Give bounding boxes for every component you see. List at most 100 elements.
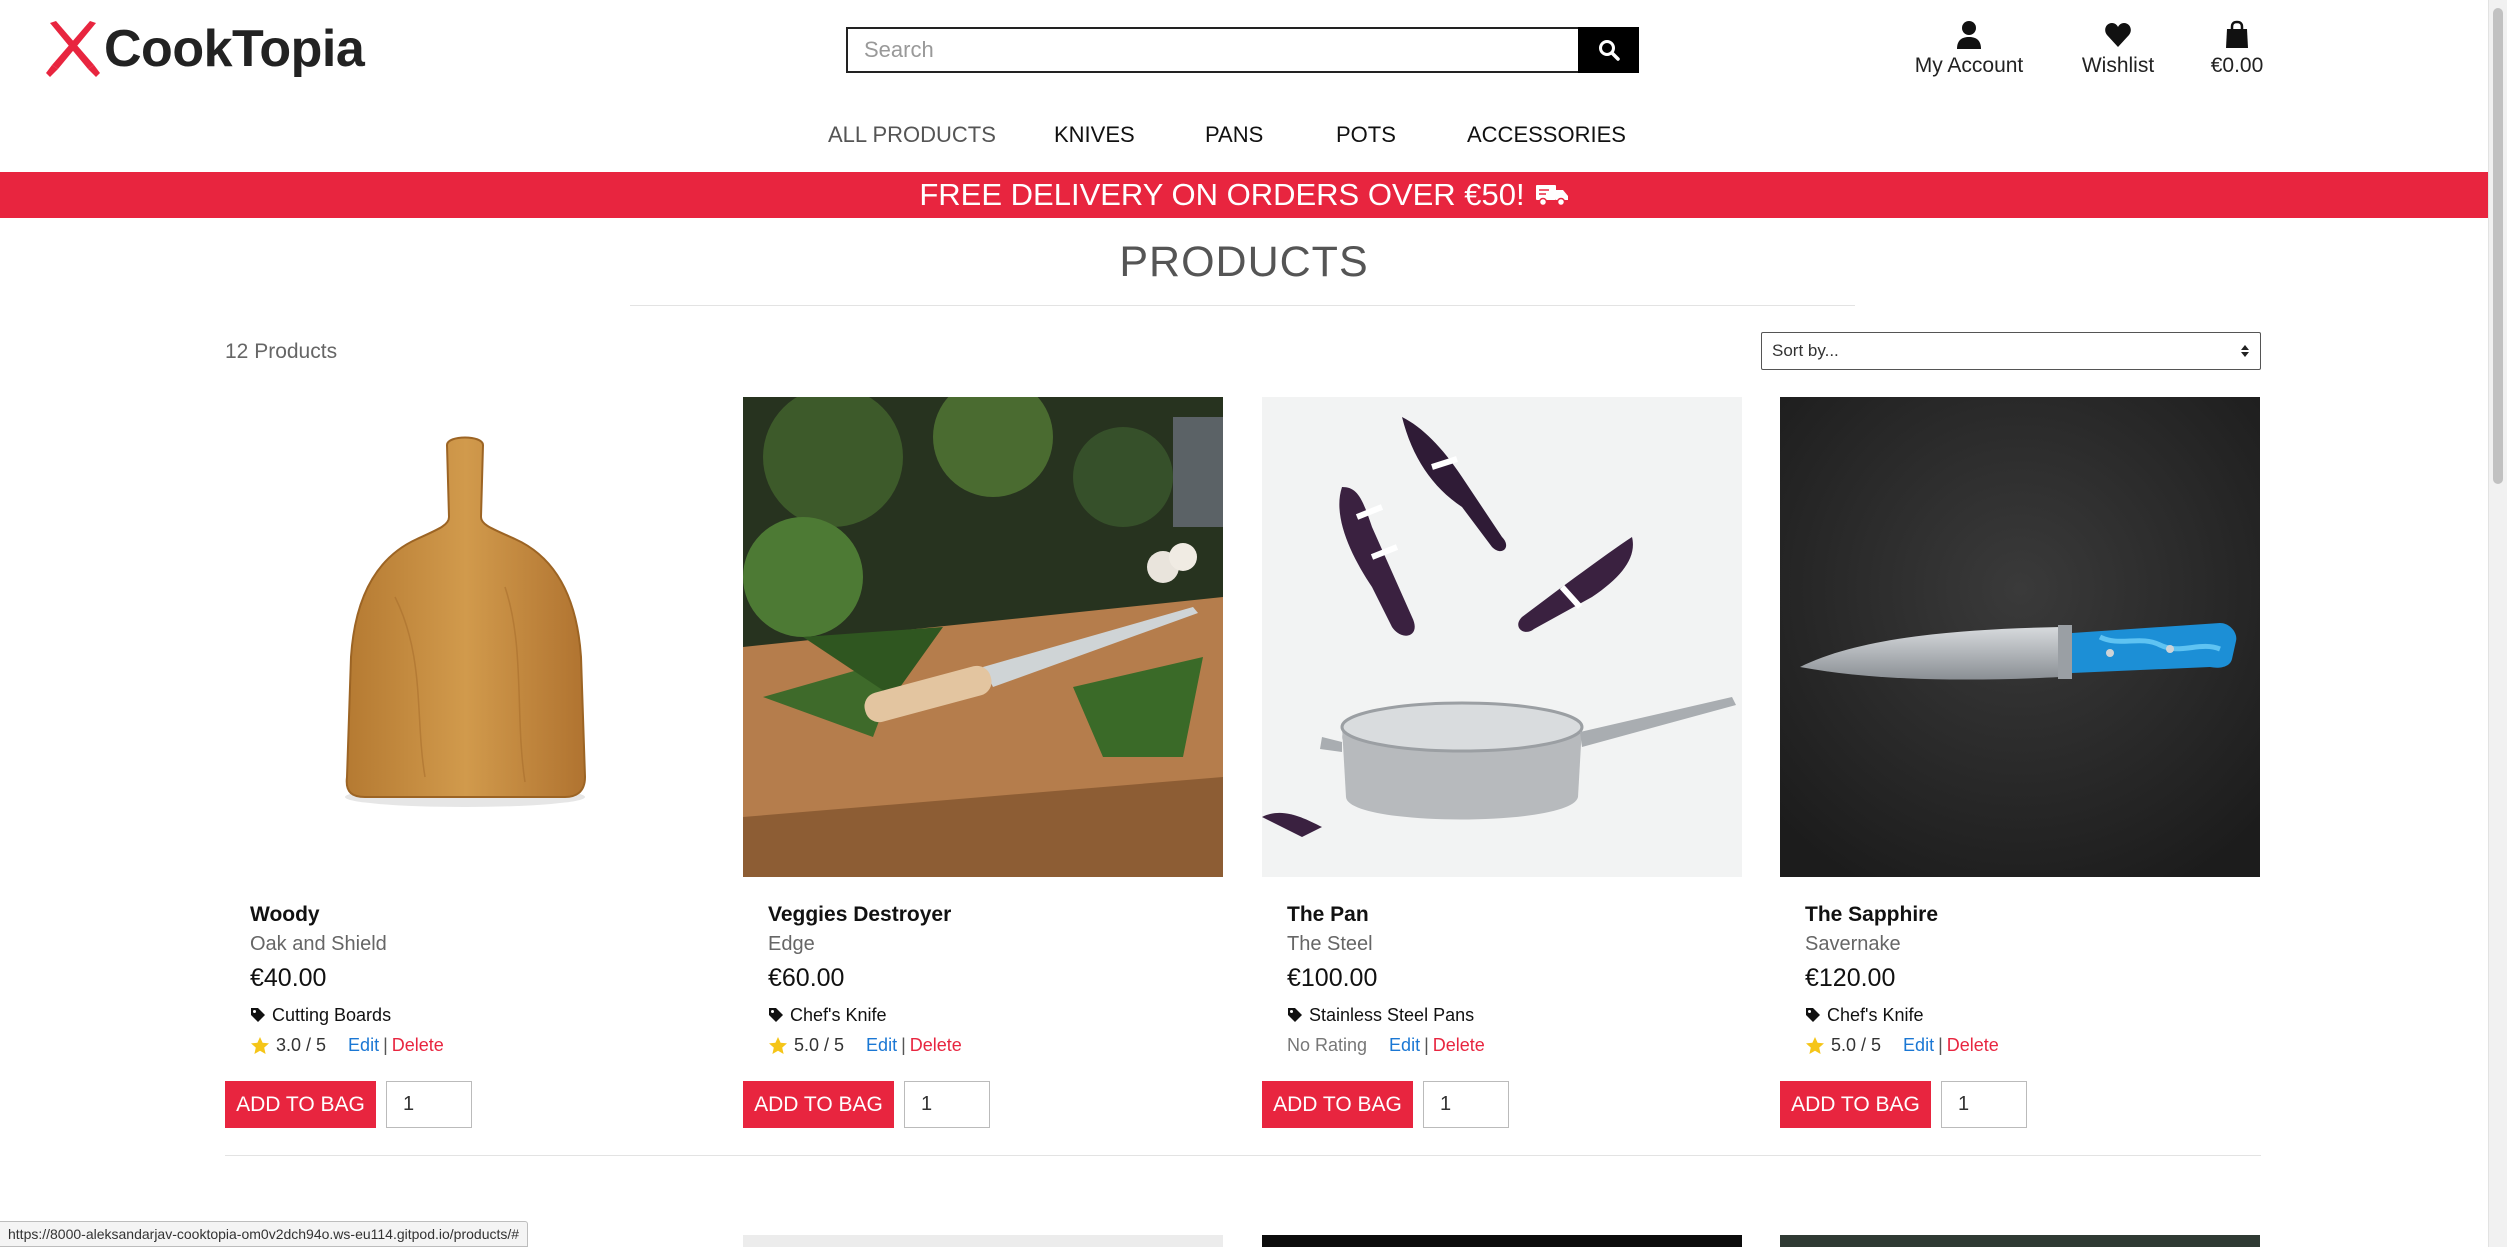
search-form	[846, 27, 1639, 73]
product-image-peek[interactable]	[1780, 1235, 2260, 1247]
nav-pans[interactable]: PANS	[1205, 122, 1263, 148]
product-brand: Edge	[768, 933, 815, 955]
bag-total: €0.00	[2210, 54, 2264, 77]
rating-value: 3.0 / 5	[276, 1034, 327, 1055]
delete-link[interactable]: Delete	[1433, 1035, 1485, 1056]
product-name[interactable]: The Sapphire	[1805, 903, 2260, 933]
product-category[interactable]: Stainless Steel Pans	[1287, 1000, 1742, 1030]
account-nav: My Account Wishlist €0.00	[1888, 20, 2488, 80]
product-price: €40.00	[250, 964, 327, 992]
separator: |	[901, 1034, 906, 1055]
shopping-bag-link[interactable]: €0.00	[2190, 20, 2284, 78]
delete-link[interactable]: Delete	[910, 1035, 962, 1056]
product-image-peek[interactable]	[1262, 1235, 1742, 1247]
rating-value: 5.0 / 5	[1831, 1034, 1882, 1055]
divider	[630, 305, 1855, 306]
page-title: PRODUCTS	[1119, 238, 1369, 286]
edit-link[interactable]: Edit	[1903, 1035, 1934, 1056]
star-icon	[251, 1036, 269, 1054]
search-input[interactable]	[846, 27, 1578, 73]
product-name[interactable]: Woody	[250, 903, 705, 933]
product-rating-row: No Rating Edit | Delete	[1287, 1030, 1742, 1060]
edit-link[interactable]: Edit	[348, 1035, 379, 1056]
product-price: €100.00	[1287, 964, 1378, 992]
heart-icon	[2105, 23, 2131, 47]
sort-label: Sort by...	[1772, 341, 1839, 360]
product-price: €120.00	[1805, 964, 1896, 992]
product-image-pan[interactable]	[1262, 397, 1742, 877]
product-card: Veggies Destroyer Edge €60.00 Chef's Kni…	[743, 397, 1223, 1128]
product-brand: The Steel	[1287, 933, 1373, 955]
category-label: Stainless Steel Pans	[1309, 1004, 1475, 1025]
product-rating-row: 5.0 / 5 Edit | Delete	[1805, 1030, 2260, 1060]
my-account-link[interactable]: My Account	[1889, 20, 2049, 78]
product-category[interactable]: Chef's Knife	[768, 1000, 1223, 1030]
select-arrows-icon	[2241, 345, 2249, 357]
nav-knives[interactable]: KNIVES	[1054, 122, 1135, 148]
product-brand: Oak and Shield	[250, 933, 387, 955]
nav-all-products[interactable]: ALL PRODUCTS	[828, 122, 996, 148]
add-to-bag-button[interactable]: ADD TO BAG	[1780, 1081, 1931, 1128]
product-rating-row: 3.0 / 5 Edit | Delete	[250, 1030, 705, 1060]
wishlist-label: Wishlist	[2081, 54, 2155, 77]
edit-link[interactable]: Edit	[1389, 1035, 1420, 1056]
product-image-knife-board[interactable]	[743, 397, 1223, 877]
delete-link[interactable]: Delete	[1947, 1035, 1999, 1056]
search-icon	[1598, 40, 1620, 61]
product-category[interactable]: Chef's Knife	[1805, 1000, 2260, 1030]
product-category[interactable]: Cutting Boards	[250, 1000, 705, 1030]
delivery-truck-icon	[1535, 185, 1568, 207]
category-label: Chef's Knife	[1827, 1004, 1924, 1025]
tag-icon	[1806, 1008, 1820, 1022]
tag-icon	[251, 1008, 265, 1022]
search-button[interactable]	[1578, 27, 1639, 73]
product-image-blue-knife[interactable]	[1780, 397, 2260, 877]
rating-value: No Rating	[1287, 1034, 1368, 1055]
separator: |	[1424, 1034, 1429, 1055]
brand-name: CookTopia	[104, 20, 365, 78]
product-count: 12 Products	[225, 340, 338, 363]
shopping-bag-icon	[2226, 20, 2248, 48]
tag-icon	[769, 1008, 783, 1022]
add-to-bag-button[interactable]: ADD TO BAG	[743, 1081, 894, 1128]
delivery-banner: FREE DELIVERY ON ORDERS OVER €50!	[0, 172, 2488, 218]
scrollbar-thumb[interactable]	[2493, 8, 2503, 484]
page-scrollbar[interactable]	[2488, 0, 2507, 1247]
add-to-bag-button[interactable]: ADD TO BAG	[225, 1081, 376, 1128]
product-name[interactable]: Veggies Destroyer	[768, 903, 1223, 933]
nav-accessories[interactable]: ACCESSORIES	[1467, 122, 1626, 148]
my-account-label: My Account	[1914, 54, 2024, 77]
add-to-bag-button[interactable]: ADD TO BAG	[1262, 1081, 1413, 1128]
row-divider	[225, 1155, 2261, 1156]
delete-link[interactable]: Delete	[392, 1035, 444, 1056]
product-card: Woody Oak and Shield €40.00 Cutting Boar…	[225, 397, 705, 1128]
quantity-input[interactable]	[386, 1081, 472, 1128]
star-icon	[1806, 1036, 1824, 1054]
crossed-knives-logo-icon	[44, 19, 102, 79]
sort-select[interactable]: Sort by...	[1761, 332, 2261, 370]
product-image-peek[interactable]	[743, 1235, 1223, 1247]
quantity-input[interactable]	[904, 1081, 990, 1128]
product-name[interactable]: The Pan	[1287, 903, 1742, 933]
main-nav: ALL PRODUCTS KNIVES PANS POTS ACCESSORIE…	[0, 122, 2488, 154]
product-rating-row: 5.0 / 5 Edit | Delete	[768, 1030, 1223, 1060]
nav-pots[interactable]: POTS	[1336, 122, 1396, 148]
category-label: Cutting Boards	[272, 1004, 392, 1025]
browser-status-bar: https://8000-aleksandarjav-cooktopia-om0…	[0, 1221, 529, 1247]
edit-link[interactable]: Edit	[866, 1035, 897, 1056]
category-label: Chef's Knife	[790, 1004, 887, 1025]
user-icon	[1957, 21, 1981, 49]
wishlist-link[interactable]: Wishlist	[2048, 20, 2188, 78]
quantity-input[interactable]	[1941, 1081, 2027, 1128]
quantity-input[interactable]	[1423, 1081, 1509, 1128]
product-card: The Pan The Steel €100.00 Stainless Stee…	[1262, 397, 1742, 1128]
product-brand: Savernake	[1805, 933, 1901, 955]
banner-text: FREE DELIVERY ON ORDERS OVER €50!	[919, 177, 1525, 212]
product-image-cutting-board[interactable]	[225, 397, 705, 877]
rating-value: 5.0 / 5	[794, 1034, 845, 1055]
separator: |	[1938, 1034, 1943, 1055]
status-url: https://8000-aleksandarjav-cooktopia-om0…	[8, 1226, 520, 1242]
separator: |	[383, 1034, 388, 1055]
logo[interactable]: CookTopia	[44, 18, 365, 80]
product-card: The Sapphire Savernake €120.00 Chef's Kn…	[1780, 397, 2260, 1128]
